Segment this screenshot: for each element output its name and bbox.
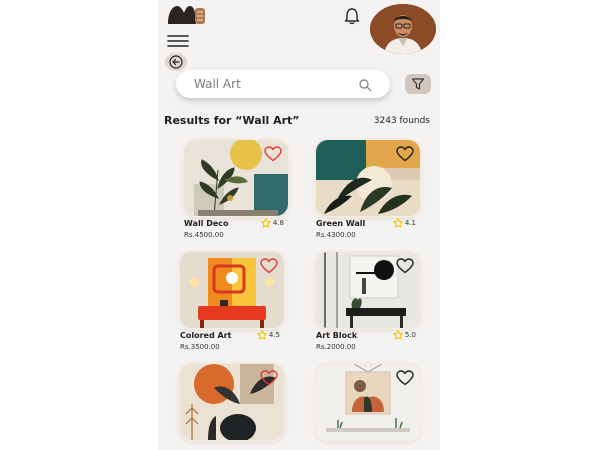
product-rating: 4.8	[260, 218, 284, 228]
product-image[interactable]	[316, 364, 420, 440]
product-price: Rs.4500.00	[184, 231, 224, 239]
product-image[interactable]	[180, 252, 284, 328]
product-card[interactable]	[180, 364, 284, 450]
back-arrow-icon	[169, 55, 183, 69]
product-price: Rs.2000.00	[316, 343, 356, 351]
heart-icon[interactable]	[264, 146, 282, 162]
product-name: Wall Deco	[184, 219, 229, 228]
brand-logo-icon	[166, 4, 206, 26]
star-icon	[392, 218, 403, 228]
back-button[interactable]	[165, 53, 187, 71]
product-image[interactable]	[184, 140, 288, 216]
search-input[interactable]	[194, 76, 344, 92]
search-icon[interactable]	[358, 77, 372, 92]
product-name: Art Block	[316, 331, 358, 340]
app-screen: Results for “Wall Art” 3243 founds Wall …	[158, 0, 440, 450]
product-name: Green Wall	[316, 219, 366, 228]
heart-icon[interactable]	[396, 146, 414, 162]
heart-icon[interactable]	[396, 370, 414, 386]
filter-button[interactable]	[405, 74, 431, 94]
product-card[interactable]: Colored Art 4.5 Rs.3500.00	[180, 252, 284, 352]
product-image[interactable]	[180, 364, 284, 440]
hamburger-icon[interactable]	[166, 33, 190, 49]
rating-value: 4.8	[272, 219, 284, 227]
product-rating: 5.0	[392, 330, 416, 340]
heart-icon[interactable]	[396, 258, 414, 274]
product-rating: 4.5	[256, 330, 280, 340]
bell-icon[interactable]	[342, 6, 362, 26]
product-name: Colored Art	[180, 331, 232, 340]
product-rating: 4.1	[392, 218, 416, 228]
heart-icon[interactable]	[260, 370, 278, 386]
rating-value: 4.1	[404, 219, 416, 227]
filter-icon	[411, 78, 425, 90]
rating-value: 4.5	[268, 331, 280, 339]
results-count: 3243 founds	[373, 116, 430, 126]
product-price: Rs.4300.00	[316, 231, 356, 239]
star-icon	[260, 218, 271, 228]
product-image[interactable]	[316, 252, 420, 328]
results-title: Results for “Wall Art”	[164, 114, 300, 127]
user-avatar[interactable]	[370, 4, 436, 54]
product-card[interactable]: Green Wall 4.1 Rs.4300.00	[316, 140, 420, 240]
search-bar	[176, 70, 390, 98]
rating-value: 5.0	[404, 331, 416, 339]
product-card[interactable]: Wall Deco 4.8 Rs.4500.00	[184, 140, 288, 240]
product-price: Rs.3500.00	[180, 343, 220, 351]
heart-icon[interactable]	[260, 258, 278, 274]
product-card[interactable]: Art Block 5.0 Rs.2000.00	[316, 252, 420, 352]
star-icon	[392, 330, 403, 340]
product-card[interactable]	[316, 364, 420, 450]
product-image[interactable]	[316, 140, 420, 216]
star-icon	[256, 330, 267, 340]
